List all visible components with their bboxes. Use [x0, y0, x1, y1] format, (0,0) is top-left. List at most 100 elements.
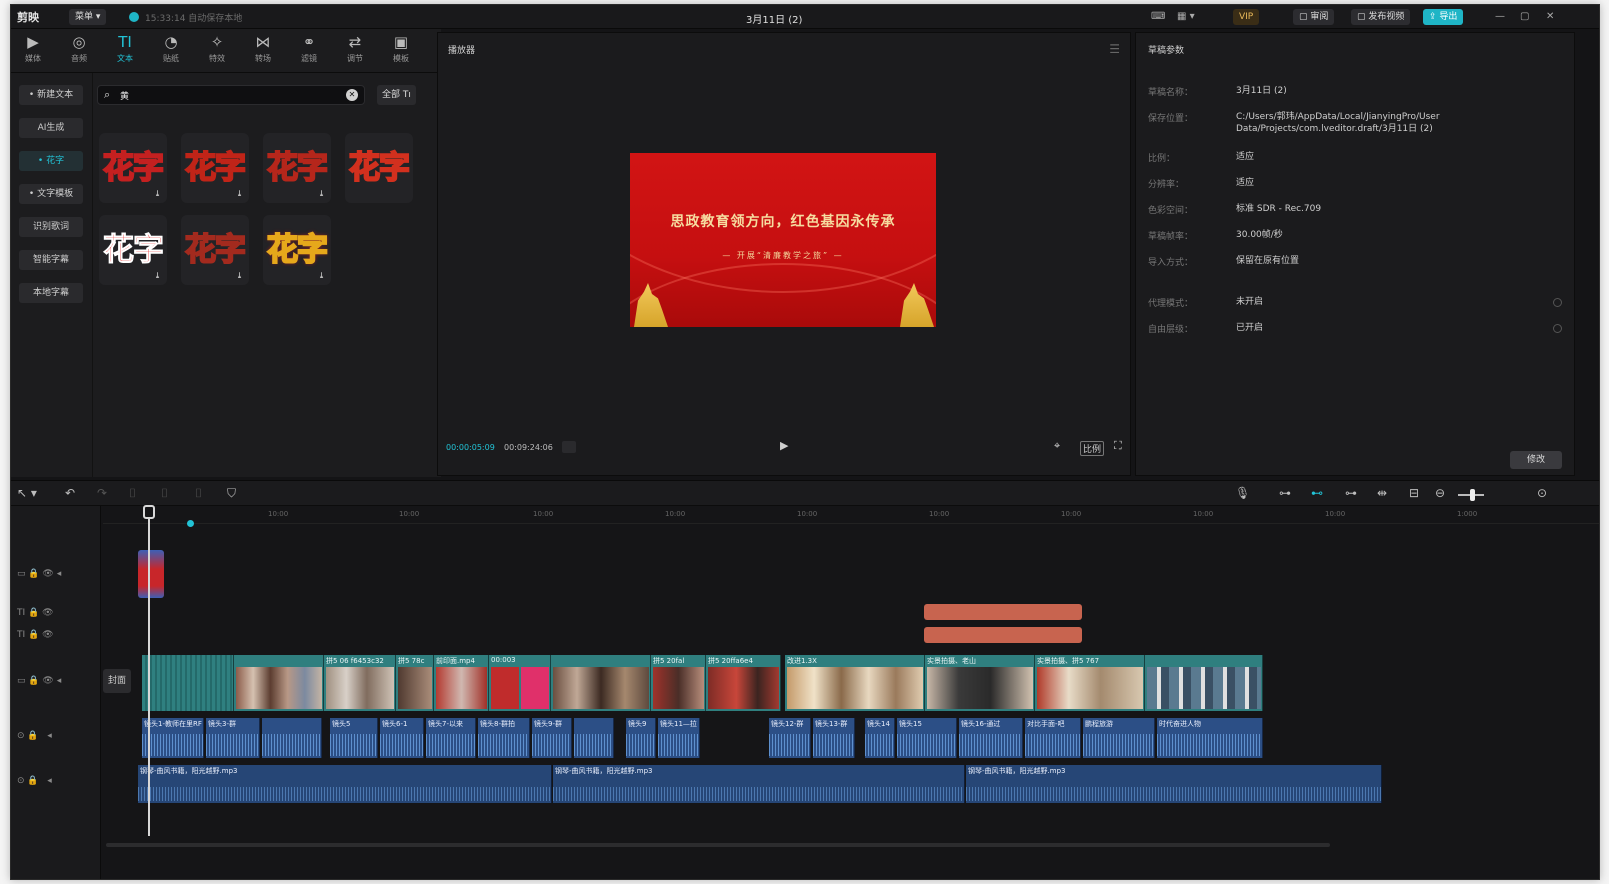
download-icon[interactable]: ⤓ — [152, 270, 162, 280]
publish-button[interactable]: ▢ 发布视频 — [1351, 9, 1411, 25]
vip-button[interactable]: VIP — [1233, 9, 1260, 25]
close-icon[interactable]: ✕ — [1546, 11, 1554, 22]
audio-clip[interactable]: 鹏程旅游 — [1083, 718, 1155, 758]
audio-clip[interactable]: 镜头8-群拍 — [478, 718, 530, 758]
download-icon[interactable]: ⤓ — [234, 188, 244, 198]
video-clip[interactable] — [142, 655, 234, 711]
fancy-text-style[interactable]: 花字 ⤓ — [99, 133, 167, 203]
audio-clip[interactable] — [262, 718, 322, 758]
music-clip[interactable]: 钢琴-曲风书籍，阳光越野.mp3 — [966, 765, 1382, 803]
fancy-text-style[interactable]: 花字 — [345, 133, 413, 203]
video-clip[interactable]: 实景拍摄、拼5 767 — [1035, 655, 1145, 711]
tab-effects[interactable]: ✧ 特效 — [195, 33, 239, 71]
nav-ai-generate[interactable]: AI生成 — [19, 118, 83, 138]
play-button[interactable]: ▶ — [780, 439, 788, 452]
delete-left-icon[interactable]: ⌷ — [161, 486, 168, 501]
audio-clip[interactable]: 镜头9 — [626, 718, 656, 758]
fancy-text-style[interactable]: 花字 ⤓ — [263, 133, 331, 203]
split-icon[interactable]: ⌷ — [129, 486, 136, 501]
audio-clip[interactable]: 镜头16-通过 — [959, 718, 1023, 758]
fancy-text-style[interactable]: 花字 ⤓ — [181, 215, 249, 285]
nav-lyrics[interactable]: 识别歌词 — [19, 217, 83, 237]
maximize-icon[interactable]: ▢ — [1520, 11, 1529, 22]
link-icon[interactable]: ⊶ — [1345, 486, 1357, 500]
video-clip[interactable] — [234, 655, 324, 711]
time-ruler[interactable]: 10:00 10:00 10:00 10:00 10:00 10:00 10:0… — [103, 506, 1599, 524]
track-controls[interactable]: TI 🔒 👁 — [17, 630, 54, 640]
nav-smart-subtitle[interactable]: 智能字幕 — [19, 250, 83, 270]
fit-timeline-icon[interactable]: ⊙ — [1537, 486, 1547, 500]
delete-right-icon[interactable]: ⌷ — [195, 486, 202, 501]
track-controls[interactable]: ⊙ 🔒 ◂ — [17, 776, 52, 786]
search-input[interactable] — [120, 88, 340, 102]
video-clip[interactable]: 拼5 78c — [396, 655, 434, 711]
audio-clip[interactable]: 镜头3-群 — [206, 718, 260, 758]
tab-transition[interactable]: ⋈ 转场 — [241, 33, 285, 71]
layout-icon[interactable]: ▦ ▾ — [1177, 11, 1195, 22]
fullscreen-icon[interactable]: ⛶ — [1114, 439, 1122, 453]
tab-text[interactable]: TI 文本 — [103, 33, 147, 71]
music-clip[interactable]: 钢琴-曲风书籍，阳光越野.mp3 — [138, 765, 552, 803]
audio-clip[interactable]: 对比手面-吧 — [1025, 718, 1081, 758]
download-icon[interactable]: ⤓ — [152, 188, 162, 198]
playhead-handle[interactable] — [143, 505, 155, 519]
fancy-text-style[interactable]: 花字 ⤓ — [263, 215, 331, 285]
nav-local-subtitle[interactable]: 本地字幕 — [19, 283, 83, 303]
zoom-slider-knob[interactable] — [1470, 489, 1475, 501]
timeline-scrollbar[interactable] — [106, 843, 1330, 847]
fit-screen-icon[interactable]: ⌖ — [1054, 439, 1060, 453]
audio-clip[interactable]: 镜头9-群 — [532, 718, 572, 758]
modify-button[interactable]: 修改 — [1510, 451, 1562, 469]
text-clip[interactable] — [924, 627, 1082, 643]
audio-clip[interactable]: 镜头12-群 — [769, 718, 811, 758]
audio-clip[interactable] — [574, 718, 614, 758]
video-clip[interactable]: 拼5 06 f6453c32 — [324, 655, 396, 711]
undo-icon[interactable]: ↶ — [65, 486, 75, 500]
audio-clip[interactable]: 镜头15 — [897, 718, 957, 758]
audio-clip[interactable]: 镜头7-以来 — [426, 718, 476, 758]
video-clip[interactable]: 拼5 20fal — [651, 655, 706, 711]
track-controls[interactable]: ⊙ 🔒 ◂ — [17, 731, 52, 741]
audio-clip[interactable]: 镜头6-1 — [380, 718, 424, 758]
tab-adjust[interactable]: ⇄ 调节 — [333, 33, 377, 71]
audio-clip[interactable]: 镜头13-群 — [813, 718, 855, 758]
tab-template[interactable]: ▣ 模板 — [379, 33, 423, 71]
track-controls[interactable]: ▭ 🔒 👁 ◂ — [17, 676, 61, 686]
audio-clip[interactable]: 时代奋进人物 — [1157, 718, 1263, 758]
video-clip[interactable]: 前印面.mp4 — [434, 655, 489, 711]
video-clip[interactable]: 改进1.3X — [785, 655, 925, 711]
playhead[interactable] — [148, 506, 150, 836]
tab-sticker[interactable]: ◔ 贴纸 — [149, 33, 193, 71]
main-menu-button[interactable]: 菜单 ▾ — [69, 9, 107, 25]
ratio-button[interactable]: 比例 — [1080, 441, 1105, 456]
info-icon[interactable] — [1553, 324, 1562, 333]
timeline-marker[interactable] — [187, 520, 194, 527]
download-icon[interactable]: ⤓ — [316, 188, 326, 198]
download-icon[interactable]: ⤓ — [316, 270, 326, 280]
nav-fancy-text[interactable]: • 花字 — [19, 151, 83, 171]
minimize-icon[interactable]: — — [1495, 11, 1505, 22]
video-clip[interactable] — [1145, 655, 1263, 711]
marker-icon[interactable]: ⛉ — [227, 486, 236, 501]
audio-clip[interactable]: 镜头11—拉 — [658, 718, 700, 758]
nav-text-template[interactable]: • 文字模板 — [19, 184, 83, 204]
overlay-clip[interactable] — [138, 550, 164, 598]
track-controls[interactable]: TI 🔒 👁 — [17, 608, 54, 618]
screen-icon[interactable]: ⊟ — [1409, 486, 1419, 500]
music-clip[interactable]: 钢琴-曲风书籍，阳光越野.mp3 — [553, 765, 965, 803]
mic-icon[interactable]: 🎙 — [1235, 486, 1250, 500]
preview-axis-icon[interactable]: ⇹ — [1377, 486, 1387, 500]
tab-filter[interactable]: ⚭ 滤镜 — [287, 33, 331, 71]
select-tool-icon[interactable]: ↖ ▾ — [17, 486, 37, 500]
magnet-icon[interactable]: ⊷ — [1311, 486, 1323, 500]
video-clip[interactable]: 实景拍摄、老山 — [925, 655, 1035, 711]
text-clip[interactable] — [924, 604, 1082, 620]
track-controls[interactable]: ▭ 🔒 👁 ◂ — [17, 569, 61, 579]
filter-button[interactable]: 全部 Tı — [377, 85, 416, 105]
video-clip[interactable]: 拼5 20ffa6e4 — [706, 655, 781, 711]
video-clip[interactable]: 00:003 — [489, 655, 551, 711]
link-main-icon[interactable]: ⊶ — [1279, 486, 1291, 500]
clear-search-icon[interactable]: ✕ — [346, 89, 358, 101]
video-clip[interactable] — [551, 655, 651, 711]
redo-icon[interactable]: ↷ — [97, 486, 107, 500]
